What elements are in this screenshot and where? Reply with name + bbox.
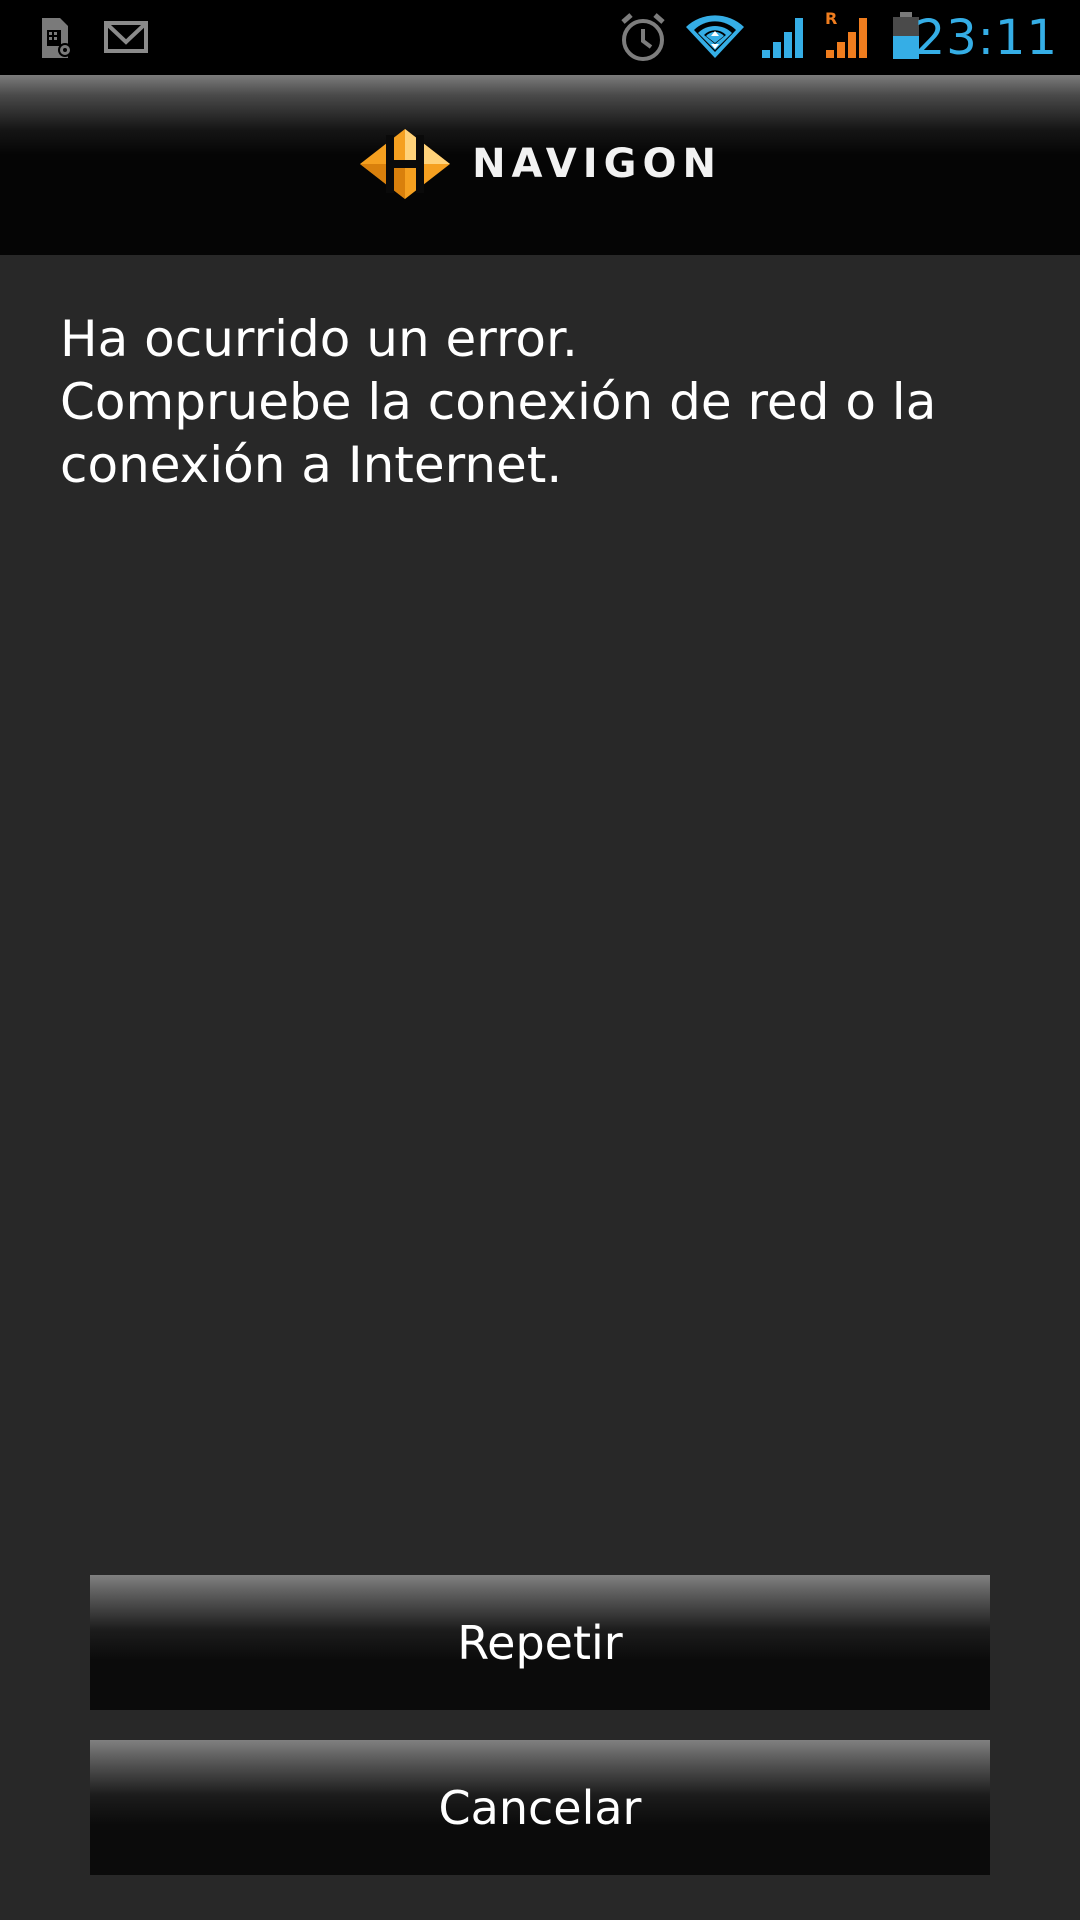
message-line: Ha ocurrido un error. xyxy=(60,310,578,368)
sim-settings-icon xyxy=(38,0,74,75)
retry-button[interactable]: Repetir xyxy=(90,1575,990,1710)
cancel-button-label: Cancelar xyxy=(438,1780,642,1835)
error-message: Ha ocurrido un error. Compruebe la conex… xyxy=(60,308,1020,497)
navigon-logo-icon xyxy=(360,129,451,199)
svg-text:R: R xyxy=(825,9,837,28)
message-line: Compruebe la conexión de red o la xyxy=(60,373,937,431)
clock: 23:11 xyxy=(914,10,1058,66)
status-bar: R 23:11 xyxy=(0,0,1080,75)
screen: R 23:11 NAVIGON Ha ocurrido un error. Co… xyxy=(0,0,1080,1920)
wifi-icon xyxy=(684,0,746,75)
cancel-button[interactable]: Cancelar xyxy=(90,1740,990,1875)
message-line: conexión a Internet. xyxy=(60,436,563,494)
retry-button-label: Repetir xyxy=(457,1615,623,1670)
gmail-icon xyxy=(104,0,148,75)
alarm-icon xyxy=(618,0,668,75)
brand-name: NAVIGON xyxy=(472,141,722,187)
roaming-signal-icon: R xyxy=(824,0,876,75)
app-header: NAVIGON xyxy=(0,75,1080,255)
brand: NAVIGON xyxy=(0,127,1080,201)
signal-icon xyxy=(760,0,810,75)
